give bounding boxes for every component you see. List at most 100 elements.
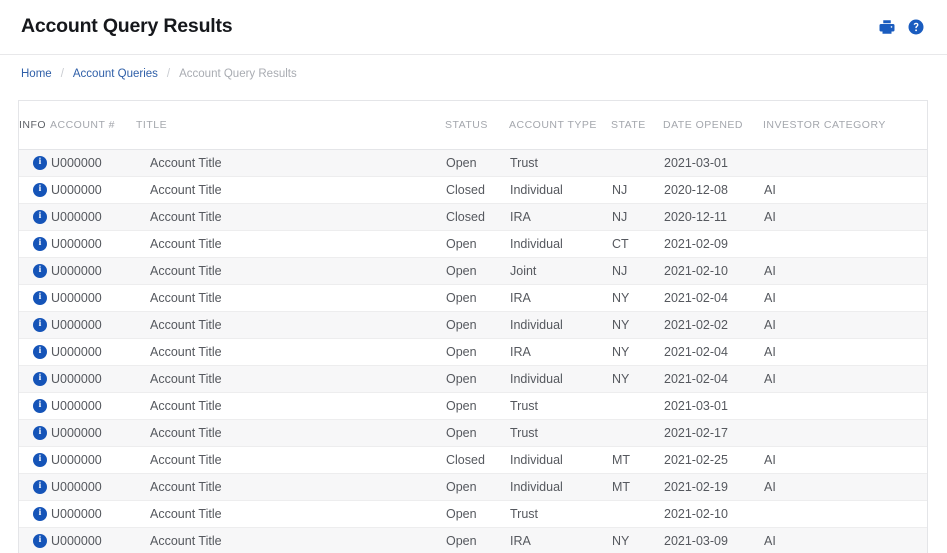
table-row[interactable]: i U000000 Account Title Open Trust 2021-02-10 <box>19 500 927 528</box>
account-number-link[interactable]: U000000 <box>51 372 102 386</box>
cell-account-type: Trust <box>509 392 611 420</box>
column-header-title[interactable]: TITLE <box>136 101 445 150</box>
info-icon[interactable]: i <box>33 182 47 197</box>
table-row[interactable]: i U000000 Account Title Open Individual CT 202… <box>19 230 927 258</box>
cell-status: Open <box>445 230 509 258</box>
info-icon[interactable]: i <box>33 479 47 494</box>
column-header-account-type[interactable]: ACCOUNT TYPE <box>509 101 611 150</box>
cell-account-type: IRA <box>509 527 611 553</box>
cell-state: NY <box>611 365 663 393</box>
breadcrumb-item-account-queries[interactable]: Account Queries <box>73 68 158 80</box>
cell-account-type: Trust <box>509 500 611 528</box>
info-icon[interactable]: i <box>33 506 47 521</box>
breadcrumb: Home / Account Queries / Account Query R… <box>0 55 947 93</box>
cell-investor-category: AI <box>763 311 927 339</box>
cell-investor-category: AI <box>763 284 927 312</box>
column-header-investor-category[interactable]: INVESTOR CATEGORY <box>763 101 927 150</box>
account-number-link[interactable]: U000000 <box>51 156 102 170</box>
cell-investor-category: AI <box>763 446 927 474</box>
cell-title: Account Title <box>136 365 445 393</box>
cell-account-type: Individual <box>509 365 611 393</box>
account-number-link[interactable]: U000000 <box>51 345 102 359</box>
info-icon[interactable]: i <box>33 371 47 386</box>
help-icon[interactable] <box>907 18 925 36</box>
cell-account-type: IRA <box>509 203 611 231</box>
cell-date-opened: 2020-12-11 <box>663 203 763 231</box>
column-header-info[interactable]: INFO <box>19 101 50 150</box>
info-icon[interactable]: i <box>33 236 47 251</box>
cell-account-type: Individual <box>509 176 611 204</box>
cell-account-type: Individual <box>509 446 611 474</box>
account-number-link[interactable]: U000000 <box>51 318 102 332</box>
cell-account-type: Individual <box>509 473 611 501</box>
account-number-link[interactable]: U000000 <box>51 291 102 305</box>
table-row[interactable]: i U000000 Account Title Open Trust 2021-03-01 <box>19 392 927 420</box>
column-header-status[interactable]: STATUS <box>445 101 509 150</box>
table-row[interactable]: i U000000 Account Title Closed IRA NJ 2020-12-… <box>19 203 927 231</box>
cell-account: U000000 <box>50 527 136 553</box>
cell-status: Open <box>445 392 509 420</box>
cell-status: Open <box>445 500 509 528</box>
results-card: INFO ACCOUNT # TITLE STATUS ACCOUNT TYPE… <box>18 100 928 553</box>
breadcrumb-item-home[interactable]: Home <box>21 68 52 80</box>
table-row[interactable]: i U000000 Account Title Open Individual NY 202… <box>19 311 927 339</box>
cell-investor-category <box>763 149 927 177</box>
cell-info: i <box>19 257 50 285</box>
cell-info: i <box>19 203 50 231</box>
table-row[interactable]: i U000000 Account Title Open IRA NY 2021-03-09… <box>19 527 927 553</box>
cell-account-type: Individual <box>509 311 611 339</box>
column-header-account[interactable]: ACCOUNT # <box>50 101 136 150</box>
cell-title: Account Title <box>136 500 445 528</box>
table-row[interactable]: i U000000 Account Title Closed Individual NJ 2… <box>19 176 927 204</box>
column-header-date-opened[interactable]: DATE OPENED <box>663 101 763 150</box>
cell-investor-category <box>763 392 927 420</box>
info-icon[interactable]: i <box>33 425 47 440</box>
cell-account: U000000 <box>50 149 136 177</box>
account-number-link[interactable]: U000000 <box>51 480 102 494</box>
cell-state: NY <box>611 284 663 312</box>
table-row[interactable]: i U000000 Account Title Open IRA NY 2021-02-04… <box>19 284 927 312</box>
account-number-link[interactable]: U000000 <box>51 426 102 440</box>
cell-title: Account Title <box>136 338 445 366</box>
cell-state <box>611 149 663 177</box>
cell-investor-category: AI <box>763 257 927 285</box>
print-icon[interactable] <box>878 18 896 36</box>
info-icon[interactable]: i <box>33 209 47 224</box>
cell-title: Account Title <box>136 203 445 231</box>
table-row[interactable]: i U000000 Account Title Open IRA NY 2021-02-04… <box>19 338 927 366</box>
cell-date-opened: 2020-12-08 <box>663 176 763 204</box>
table-row[interactable]: i U000000 Account Title Open Joint NJ 2021-02-… <box>19 257 927 285</box>
info-icon[interactable]: i <box>33 263 47 278</box>
info-icon[interactable]: i <box>33 533 47 548</box>
info-icon[interactable]: i <box>33 317 47 332</box>
table-row[interactable]: i U000000 Account Title Open Trust 2021-03-01 <box>19 149 927 177</box>
cell-account-type: Trust <box>509 419 611 447</box>
account-results-table: INFO ACCOUNT # TITLE STATUS ACCOUNT TYPE… <box>19 101 927 553</box>
cell-status: Open <box>445 311 509 339</box>
cell-info: i <box>19 527 50 553</box>
info-icon[interactable]: i <box>33 344 47 359</box>
account-number-link[interactable]: U000000 <box>51 453 102 467</box>
table-row[interactable]: i U000000 Account Title Open Individual NY 202… <box>19 365 927 393</box>
table-row[interactable]: i U000000 Account Title Closed Individual MT 2… <box>19 446 927 474</box>
info-icon[interactable]: i <box>33 155 47 170</box>
account-number-link[interactable]: U000000 <box>51 237 102 251</box>
account-number-link[interactable]: U000000 <box>51 264 102 278</box>
account-number-link[interactable]: U000000 <box>51 399 102 413</box>
column-header-state[interactable]: STATE <box>611 101 663 150</box>
account-number-link[interactable]: U000000 <box>51 183 102 197</box>
account-number-link[interactable]: U000000 <box>51 534 102 548</box>
cell-status: Open <box>445 365 509 393</box>
cell-title: Account Title <box>136 176 445 204</box>
account-number-link[interactable]: U000000 <box>51 210 102 224</box>
cell-date-opened: 2021-02-02 <box>663 311 763 339</box>
cell-title: Account Title <box>136 446 445 474</box>
table-row[interactable]: i U000000 Account Title Open Trust 2021-02-17 <box>19 419 927 447</box>
account-number-link[interactable]: U000000 <box>51 507 102 521</box>
table-row[interactable]: i U000000 Account Title Open Individual MT 202… <box>19 473 927 501</box>
info-icon[interactable]: i <box>33 452 47 467</box>
info-icon[interactable]: i <box>33 398 47 413</box>
info-icon[interactable]: i <box>33 290 47 305</box>
cell-status: Open <box>445 257 509 285</box>
table-header-row: INFO ACCOUNT # TITLE STATUS ACCOUNT TYPE… <box>19 101 927 150</box>
